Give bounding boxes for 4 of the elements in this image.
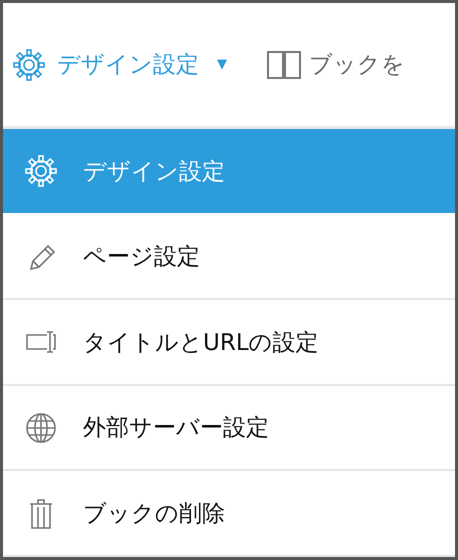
- book-icon: [267, 50, 301, 80]
- book-button[interactable]: ブックを: [267, 49, 405, 80]
- gear-icon: [11, 46, 47, 83]
- gear-icon: [23, 153, 59, 190]
